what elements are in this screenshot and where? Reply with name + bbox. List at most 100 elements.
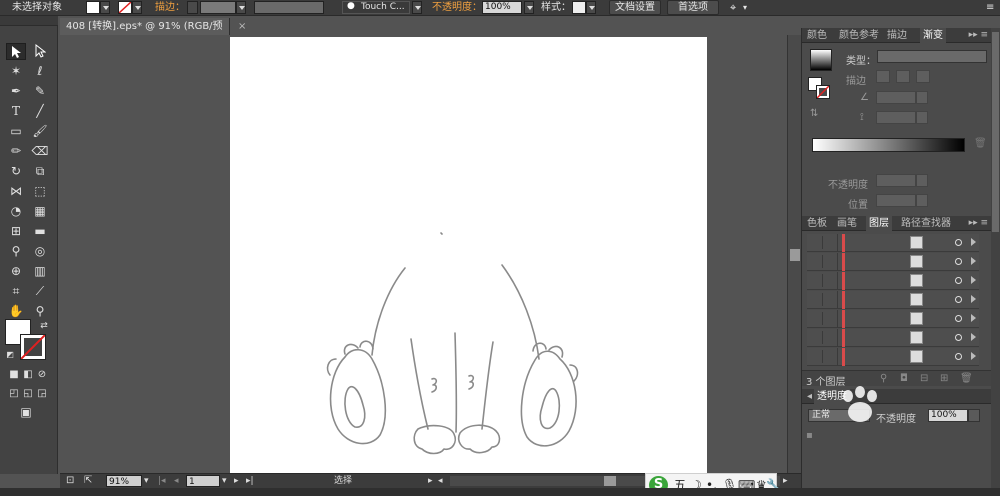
- stroke-weight-dropdown[interactable]: [236, 1, 246, 14]
- expand-arrow-icon[interactable]: [971, 314, 976, 322]
- visibility-toggle[interactable]: [809, 331, 823, 344]
- style-dropdown[interactable]: [586, 1, 596, 14]
- right-dock-scrollbar[interactable]: [991, 28, 1000, 488]
- share-icon[interactable]: ⇱: [84, 475, 92, 487]
- gradient-opacity-field[interactable]: [876, 174, 916, 187]
- next-page-icon[interactable]: ▸: [234, 475, 239, 487]
- stroke-label[interactable]: 描边：: [155, 1, 185, 14]
- lock-toggle[interactable]: [824, 253, 838, 271]
- layer-row[interactable]: [807, 310, 979, 328]
- previous-page-icon[interactable]: ◂: [174, 475, 179, 487]
- first-page-icon[interactable]: |◂: [158, 475, 166, 487]
- magic-wand-tool-icon[interactable]: ✶: [6, 63, 26, 80]
- tab-swatches[interactable]: 色板: [804, 216, 830, 231]
- layer-row[interactable]: [807, 329, 979, 347]
- panel-collapse-icon[interactable]: ▸▸ ≡: [969, 28, 988, 43]
- gradient-opacity-dropdown[interactable]: [916, 174, 928, 187]
- rectangle-tool-icon[interactable]: ▭: [6, 123, 26, 140]
- curvature-tool-icon[interactable]: ✎: [30, 83, 50, 100]
- lock-toggle[interactable]: [824, 291, 838, 309]
- scale-tool-icon[interactable]: ⧉: [30, 163, 50, 180]
- lock-toggle[interactable]: [824, 272, 838, 290]
- visibility-toggle[interactable]: [809, 293, 823, 306]
- delete-stop-icon[interactable]: 🗑: [974, 138, 987, 149]
- eyedropper-tool-icon[interactable]: ⚲: [6, 243, 26, 260]
- target-icon[interactable]: [955, 296, 962, 303]
- paintbrush-tool-icon[interactable]: 🖌: [30, 123, 50, 140]
- blend-tool-icon[interactable]: ◎: [30, 243, 50, 260]
- brush-dropdown[interactable]: [412, 1, 422, 14]
- expand-arrow-icon[interactable]: [971, 295, 976, 303]
- draw-inside-icon[interactable]: ◲: [32, 385, 52, 402]
- aspect-ratio-field[interactable]: [876, 111, 916, 124]
- last-page-icon[interactable]: ▸|: [246, 475, 254, 487]
- target-icon[interactable]: [955, 315, 962, 322]
- artboard[interactable]: [230, 37, 707, 473]
- gradient-slider[interactable]: [812, 138, 965, 152]
- layer-row[interactable]: [807, 234, 979, 252]
- document-setup-button[interactable]: 文档设置: [609, 0, 661, 15]
- new-sublayer-icon[interactable]: ⊟: [920, 373, 928, 384]
- column-graph-tool-icon[interactable]: ▥: [30, 263, 50, 280]
- rotate-tool-icon[interactable]: ↻: [6, 163, 26, 180]
- tab-pathfinder[interactable]: 路径查找器: [898, 216, 954, 231]
- lock-toggle[interactable]: [824, 348, 838, 366]
- selection-tool-icon[interactable]: [6, 43, 26, 60]
- target-icon[interactable]: [955, 353, 962, 360]
- artboard-tool-icon[interactable]: ⌗: [6, 283, 26, 300]
- gradient-location-field[interactable]: [876, 194, 916, 207]
- visibility-toggle[interactable]: [809, 350, 823, 363]
- expand-arrow-icon[interactable]: [971, 238, 976, 246]
- tab-layers[interactable]: 图层: [866, 216, 892, 231]
- brush-definition[interactable]: ● Touch C...: [342, 1, 410, 14]
- hand-tool-icon[interactable]: ✋: [6, 303, 26, 320]
- gradient-type-select[interactable]: [877, 50, 987, 63]
- opacity-label[interactable]: 不透明度：: [432, 1, 482, 14]
- lock-toggle[interactable]: [824, 234, 838, 252]
- expand-arrow-icon[interactable]: [971, 276, 976, 284]
- visibility-toggle[interactable]: [809, 236, 823, 249]
- scroll-left-icon[interactable]: ◂: [438, 475, 443, 487]
- eraser-tool-icon[interactable]: ⌫: [30, 143, 50, 160]
- page-field[interactable]: 1: [186, 475, 220, 487]
- new-layer-icon[interactable]: ⊞: [940, 373, 948, 384]
- tools-panel-grip[interactable]: [0, 16, 58, 26]
- style-swatch[interactable]: [572, 1, 586, 14]
- target-icon[interactable]: [955, 258, 962, 265]
- stroke-dropdown[interactable]: [132, 1, 142, 14]
- delete-layer-icon[interactable]: 🗑: [960, 373, 973, 384]
- visibility-toggle[interactable]: [809, 274, 823, 287]
- perspective-grid-tool-icon[interactable]: ▦: [30, 203, 50, 220]
- vertical-scrollbar[interactable]: [787, 35, 801, 473]
- document-tab[interactable]: 408 [转换].eps* @ 91% (RGB/预览): [60, 18, 230, 49]
- stroke-gradient-option-2[interactable]: [896, 70, 910, 83]
- locate-object-icon[interactable]: ⚲: [880, 373, 887, 384]
- angle-field[interactable]: [876, 91, 916, 104]
- right-dock-scrollbar-thumb[interactable]: [992, 32, 999, 232]
- layer-row[interactable]: [807, 291, 979, 309]
- opacity-dropdown[interactable]: [524, 1, 534, 14]
- stroke-weight-field[interactable]: [200, 1, 236, 14]
- tab-stroke[interactable]: 描边: [884, 28, 910, 43]
- arrange-documents-icon[interactable]: ⌖: [730, 1, 736, 14]
- layers-panel-menu-icon[interactable]: ▸▸ ≡: [969, 216, 988, 231]
- opacity-field[interactable]: 100%: [482, 1, 522, 14]
- zoom-icon[interactable]: ⊡: [66, 475, 74, 487]
- variable-width-profile[interactable]: [254, 1, 324, 14]
- status-menu-arrow-icon[interactable]: ▸: [428, 475, 433, 487]
- visibility-toggle[interactable]: [809, 255, 823, 268]
- gradient-stroke-swatch[interactable]: [816, 85, 830, 99]
- expand-arrow-icon[interactable]: [971, 257, 976, 265]
- panel-menu-icon[interactable]: ≡: [986, 1, 994, 14]
- free-transform-tool-icon[interactable]: ⬚: [30, 183, 50, 200]
- zoom-dropdown-icon[interactable]: ▾: [144, 475, 149, 487]
- clipping-mask-icon[interactable]: ◘: [900, 373, 908, 384]
- lasso-tool-icon[interactable]: ℓ: [30, 63, 50, 80]
- vertical-scrollbar-thumb[interactable]: [790, 249, 800, 261]
- visibility-toggle[interactable]: [809, 312, 823, 325]
- transparency-opacity-field[interactable]: 100%: [928, 409, 968, 422]
- chevron-down-icon[interactable]: ▾: [743, 1, 747, 14]
- stroke-gradient-option-3[interactable]: [916, 70, 930, 83]
- stroke-gradient-option-1[interactable]: [876, 70, 890, 83]
- page-dropdown-icon[interactable]: ▾: [222, 475, 227, 487]
